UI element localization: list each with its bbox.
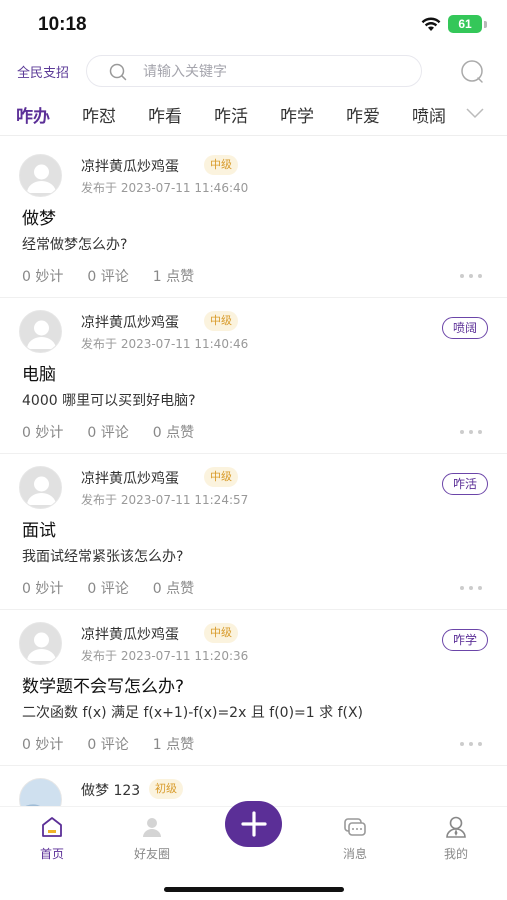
author-name[interactable]: 凉拌黄瓜炒鸡蛋 (81, 312, 179, 332)
tab-zahuo[interactable]: 咋活 (198, 102, 264, 127)
default-avatar-icon (27, 632, 56, 661)
messages-icon (344, 818, 366, 836)
tab-zakan[interactable]: 咋看 (132, 102, 198, 127)
tab-mine[interactable]: 我的 (416, 815, 496, 862)
tab-mine-label: 我的 (443, 847, 468, 861)
tips-count[interactable]: 0 妙计 (22, 422, 63, 442)
tab-friends[interactable]: 好友圈 (112, 815, 192, 862)
plus-icon (240, 811, 267, 837)
like-count[interactable]: 0 点赞 (153, 422, 194, 442)
author-name[interactable]: 凉拌黄瓜炒鸡蛋 (81, 624, 179, 644)
wifi-icon (421, 17, 441, 31)
bottom-tab-bar: 首页 好友圈 消息 我的 (0, 801, 507, 900)
post-body: 经常做梦怎么办? (22, 237, 128, 253)
post-title: 电脑 (22, 365, 56, 385)
comment-count[interactable]: 0 评论 (87, 422, 128, 442)
more-options-icon[interactable] (459, 585, 483, 591)
tips-count[interactable]: 0 妙计 (22, 734, 63, 754)
level-badge: 中级 (204, 155, 238, 175)
post-body: 二次函数 f(x) 满足 f(x+1)-f(x)=2x 且 f(0)=1 求 f… (22, 705, 364, 721)
profile-icon (446, 816, 466, 838)
post-time: 发布于 2023-07-11 11:46:40 (81, 181, 249, 195)
tab-zaai[interactable]: 咋爱 (330, 102, 396, 127)
avatar[interactable] (19, 310, 62, 353)
battery-indicator: 61 (448, 15, 482, 33)
post-title: 做梦 (22, 209, 56, 229)
post-card[interactable]: 凉拌黄瓜炒鸡蛋 中级 发布于 2023-07-11 11:20:36 咋学 数学… (0, 610, 507, 766)
post-card[interactable]: 凉拌黄瓜炒鸡蛋 中级 发布于 2023-07-11 11:46:40 做梦 经常… (0, 142, 507, 298)
level-badge: 中级 (204, 467, 238, 487)
chat-bubble-icon[interactable] (459, 59, 485, 85)
category-tag[interactable]: 咋活 (441, 473, 488, 495)
like-count[interactable]: 1 点赞 (153, 734, 194, 754)
tab-penkuo[interactable]: 喷阔 (396, 102, 462, 127)
tab-zadui[interactable]: 咋怼 (66, 102, 132, 127)
post-body: 我面试经常紧张该怎么办? (22, 549, 184, 565)
default-avatar-icon (27, 476, 56, 505)
level-badge: 中级 (204, 311, 238, 331)
post-stats: 0 妙计 0 评论 0 点赞 (22, 578, 218, 598)
post-card[interactable]: 凉拌黄瓜炒鸡蛋 中级 发布于 2023-07-11 11:24:57 咋活 面试… (0, 454, 507, 610)
comment-count[interactable]: 0 评论 (87, 734, 128, 754)
tips-count[interactable]: 0 妙计 (22, 266, 63, 286)
status-time: 10:18 (38, 14, 87, 35)
post-time: 发布于 2023-07-11 11:40:46 (81, 337, 249, 351)
category-tag[interactable]: 咋学 (441, 629, 488, 651)
post-time: 发布于 2023-07-11 11:20:36 (81, 649, 249, 663)
search-icon (109, 63, 127, 81)
category-tag[interactable]: 喷阔 (441, 317, 488, 339)
status-icons: 61 (420, 15, 487, 33)
tips-count[interactable]: 0 妙计 (22, 578, 63, 598)
header: 全民支招 (0, 52, 507, 92)
post-feed: 凉拌黄瓜炒鸡蛋 中级 发布于 2023-07-11 11:46:40 做梦 经常… (0, 142, 507, 821)
post-card[interactable]: 做梦 123 初级 (0, 766, 507, 821)
post-body: 4000 哪里可以买到好电脑? (22, 393, 196, 409)
search-box[interactable] (86, 55, 422, 87)
like-count[interactable]: 0 点赞 (153, 578, 194, 598)
battery-cap (484, 20, 487, 28)
post-time: 发布于 2023-07-11 11:24:57 (81, 493, 249, 507)
tab-home-label: 首页 (39, 847, 64, 861)
default-avatar-icon (27, 320, 56, 349)
friends-icon (143, 818, 161, 837)
tab-friends-label: 好友圈 (133, 847, 170, 861)
status-bar: 10:18 61 (0, 0, 507, 50)
tab-home[interactable]: 首页 (12, 815, 92, 862)
like-count[interactable]: 1 点赞 (153, 266, 194, 286)
brand-title: 全民支招 (17, 66, 70, 81)
more-options-icon[interactable] (459, 741, 483, 747)
post-title: 数学题不会写怎么办? (22, 677, 185, 697)
post-title: 面试 (22, 521, 56, 541)
avatar[interactable] (19, 154, 62, 197)
home-icon (42, 817, 62, 837)
add-post-button[interactable] (225, 801, 282, 847)
level-badge: 中级 (204, 623, 238, 643)
tab-messages-label: 消息 (342, 847, 367, 861)
home-indicator (164, 887, 344, 892)
search-input[interactable] (143, 60, 403, 84)
author-name[interactable]: 凉拌黄瓜炒鸡蛋 (81, 156, 179, 176)
battery-level: 61 (458, 17, 472, 31)
comment-count[interactable]: 0 评论 (87, 578, 128, 598)
tab-messages[interactable]: 消息 (315, 815, 395, 862)
post-card[interactable]: 凉拌黄瓜炒鸡蛋 中级 发布于 2023-07-11 11:40:46 喷阔 电脑… (0, 298, 507, 454)
default-avatar-icon (27, 164, 56, 193)
comment-count[interactable]: 0 评论 (87, 266, 128, 286)
avatar[interactable] (19, 622, 62, 665)
post-stats: 0 妙计 0 评论 0 点赞 (22, 422, 218, 442)
author-name[interactable]: 凉拌黄瓜炒鸡蛋 (81, 468, 179, 488)
more-options-icon[interactable] (459, 429, 483, 435)
author-name[interactable]: 做梦 123 (81, 780, 140, 800)
post-stats: 0 妙计 0 评论 1 点赞 (22, 734, 218, 754)
more-options-icon[interactable] (459, 273, 483, 279)
level-badge: 初级 (149, 779, 183, 799)
post-stats: 0 妙计 0 评论 1 点赞 (22, 266, 218, 286)
tab-zaxue[interactable]: 咋学 (264, 102, 330, 127)
avatar[interactable] (19, 466, 62, 509)
tab-zaban[interactable]: 咋办 (0, 102, 66, 127)
category-tabs: 咋办 咋怼 咋看 咋活 咋学 咋爱 喷阔 (0, 94, 507, 136)
chevron-down-icon[interactable] (465, 106, 485, 120)
